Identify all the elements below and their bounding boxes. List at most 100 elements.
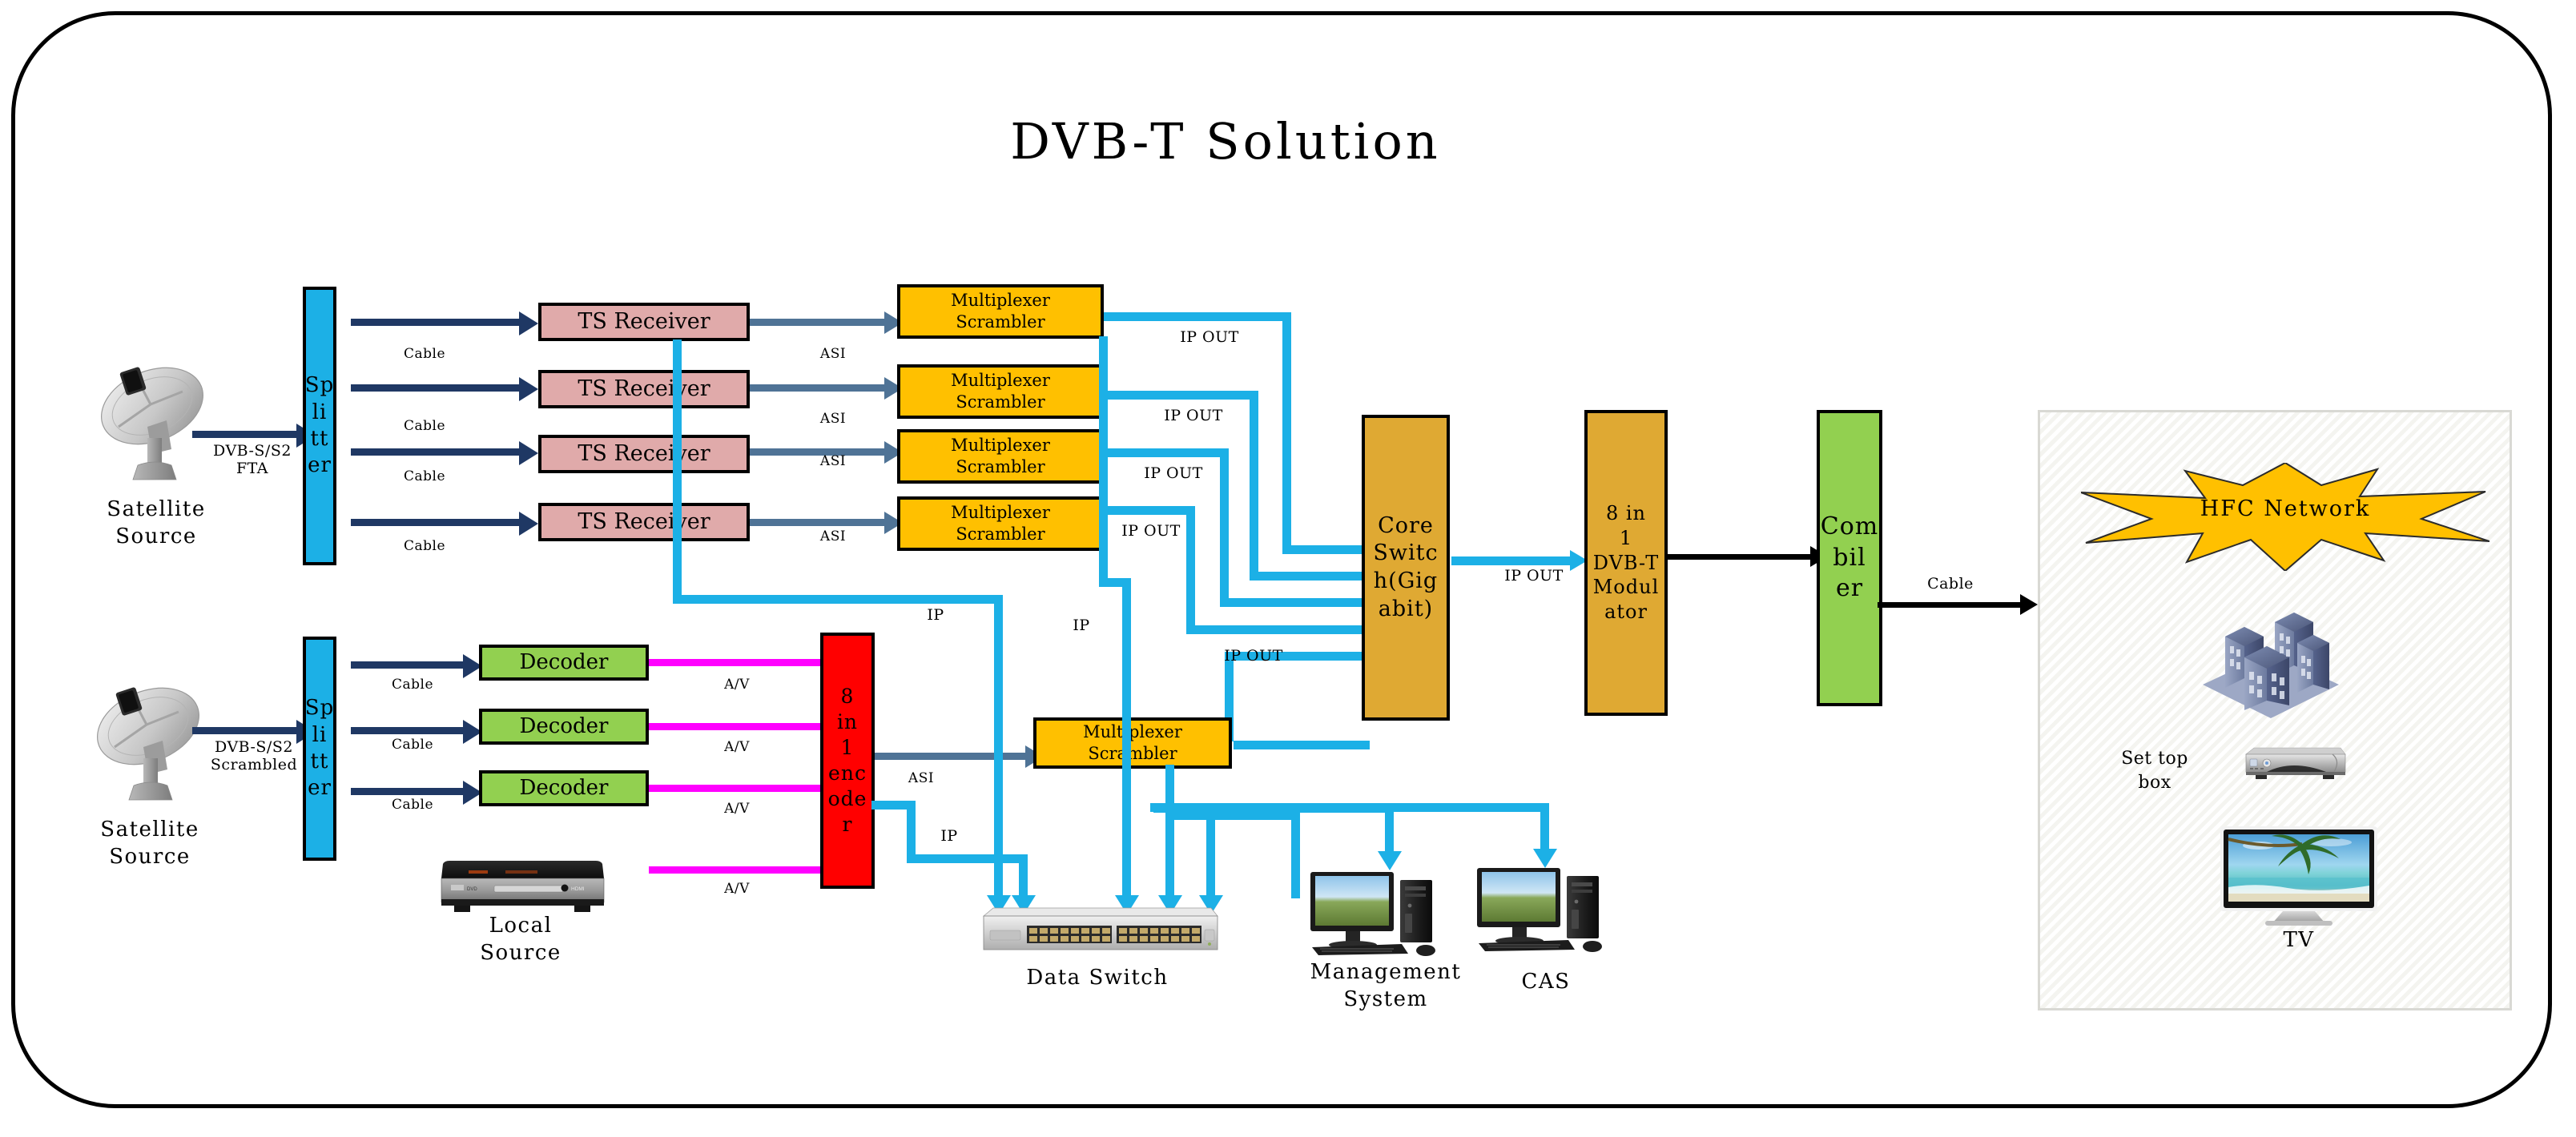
multiplexer-scrambler-5[interactable]: Multiplexer Scrambler <box>1033 717 1232 769</box>
link-label-cable-dec1: Cable <box>391 677 434 693</box>
svg-text:HDMI: HDMI <box>571 886 585 892</box>
link-label-av-4: A/V <box>724 881 750 897</box>
multiplexer-scrambler-3[interactable]: Multiplexer Scrambler <box>897 429 1104 484</box>
diagram-canvas: DVB-T Solution Satellite Source DVB-S/S2… <box>0 0 2576 1137</box>
link-modulator-combiner <box>1668 554 1812 560</box>
svg-text:DVD: DVD <box>467 887 477 892</box>
link-label-ip-out-5: IP OUT <box>1224 647 1283 665</box>
ts-receiver-3[interactable]: TS Receiver <box>538 435 750 473</box>
link-mux1-ipout-h <box>1104 312 1288 321</box>
link-satellite2-to-splitter <box>192 727 296 734</box>
link-mux2-ipout-v <box>1250 391 1258 572</box>
link-splitter-ts2 <box>351 384 519 392</box>
link-label-ip-out-coreswitch: IP OUT <box>1504 567 1564 585</box>
arrowhead-ts4 <box>519 512 538 536</box>
arrowhead-hfc <box>2020 594 2038 615</box>
decoder-2[interactable]: Decoder <box>479 709 649 745</box>
link-ts4-mux4 <box>750 519 884 526</box>
link-ipbus-v2 <box>1206 811 1215 898</box>
satellite-source-2-label: Satellite Source <box>100 818 199 869</box>
ip-trunk-ts-horizontal <box>673 595 1003 604</box>
multiplexer-scrambler-4[interactable]: Multiplexer Scrambler <box>897 496 1104 551</box>
multiplexer-scrambler-1[interactable]: Multiplexer Scrambler <box>897 284 1104 339</box>
link-label-cable-ts2: Cable <box>403 418 446 434</box>
link-ts2-mux2 <box>750 384 884 392</box>
link-mux1-ipout-v <box>1282 312 1291 550</box>
decoder-1[interactable]: Decoder <box>479 645 649 681</box>
link-label-cable-dec3: Cable <box>391 797 434 813</box>
link-label-av-1: A/V <box>724 677 750 693</box>
link-splitter-dec1 <box>351 661 463 669</box>
desktop-computer-icon <box>1310 872 1435 956</box>
ts-receiver-1[interactable]: TS Receiver <box>538 303 750 341</box>
link-splitter-ts1 <box>351 319 519 326</box>
dvd-player-icon: DVD HDMI <box>441 861 605 912</box>
link-splitter-dec3 <box>351 788 463 795</box>
link-mux2-ipout-h <box>1104 391 1254 400</box>
link-label-ip-mux-trunk: IP <box>1073 617 1090 634</box>
satellite-source-1-label: Satellite Source <box>107 497 206 548</box>
dvbt-modulator[interactable]: 8 in 1 DVB-T Modul ator <box>1584 410 1668 716</box>
link-label-ip-encoder: IP <box>940 827 958 845</box>
link-encoder-mux5 <box>875 753 1027 760</box>
link-combiner-hfc <box>1878 602 2022 608</box>
link-mux4-ipout-h <box>1104 506 1192 515</box>
link-cas-h <box>1150 803 1549 812</box>
link-dec3-encoder <box>649 785 843 792</box>
decoder-3[interactable]: Decoder <box>479 770 649 806</box>
data-switch-label: Data Switch <box>1026 966 1169 990</box>
link-label-cable-ts1: Cable <box>403 346 446 362</box>
ip-trunk-mux-drop <box>1122 578 1131 898</box>
link-splitter-ts4 <box>351 519 519 526</box>
cas-label: CAS <box>1521 970 1571 994</box>
ts-receiver-4[interactable]: TS Receiver <box>538 503 750 541</box>
link-encoder-ip-drop <box>1019 854 1028 898</box>
set-top-box-icon <box>2245 747 2346 779</box>
link-label-cable-ts4: Cable <box>403 538 446 554</box>
tv-label: TV <box>2283 928 2315 952</box>
splitter-bottom[interactable]: Sp li tt er <box>303 637 336 861</box>
link-label-asi-encoder: ASI <box>908 770 935 786</box>
link-mux5-down-v <box>1165 765 1174 898</box>
link-ts1-mux1 <box>750 319 884 326</box>
arrowhead-ts1 <box>519 311 538 335</box>
link-label-ip-out-4: IP OUT <box>1121 522 1181 540</box>
link-label-cable-dec2: Cable <box>391 737 434 753</box>
link-label-cable-ts3: Cable <box>403 468 446 484</box>
link-splitter-dec2 <box>351 727 463 734</box>
desktop-computer-icon <box>1477 868 1602 952</box>
arrowhead-ts3 <box>519 441 538 465</box>
set-top-box-label: Set top box <box>2121 749 2188 793</box>
arrowhead-ts2 <box>519 377 538 401</box>
link-label-asi-1: ASI <box>819 346 847 362</box>
local-source-label: Local Source <box>480 914 561 965</box>
ip-trunk-ts-vertical <box>673 339 682 604</box>
link-mux5-ipout-h <box>1234 741 1370 749</box>
encoder-8-in-1[interactable]: 8 in 1 enc ode r <box>820 633 875 889</box>
link-localsource-encoder <box>649 866 843 874</box>
link-mux1-ipout-h2 <box>1282 545 1362 554</box>
splitter-top[interactable]: Sp li tt er <box>303 287 336 565</box>
ip-trunk-mux-vertical <box>1099 336 1108 585</box>
link-mux3-ipout-h <box>1104 448 1226 457</box>
core-switch[interactable]: Core Switc h(Gig abit) <box>1362 415 1450 721</box>
link-label-asi-2: ASI <box>819 411 847 427</box>
ip-trunk-ts-drop-ext <box>994 721 1003 898</box>
link-dec1-encoder <box>649 659 843 666</box>
link-label-av-2: A/V <box>724 739 750 755</box>
hfc-network-label: HFC Network <box>2200 496 2371 521</box>
link-label-av-3: A/V <box>724 801 750 817</box>
link-splitter-ts3 <box>351 448 519 456</box>
combiner[interactable]: Com bil er <box>1817 410 1882 706</box>
rack-switch-icon <box>983 907 1218 950</box>
link-label-asi-3: ASI <box>819 453 847 469</box>
link-dec2-encoder <box>649 723 843 730</box>
link-mux3-ipout-h2 <box>1220 598 1364 607</box>
link-label-asi-4: ASI <box>819 528 847 544</box>
ip-trunk-ts-drop <box>994 595 1003 739</box>
management-system-label: Management System <box>1310 960 1462 1011</box>
multiplexer-scrambler-2[interactable]: Multiplexer Scrambler <box>897 364 1104 419</box>
link-cas-v <box>1540 803 1549 853</box>
ts-receiver-2[interactable]: TS Receiver <box>538 370 750 408</box>
link-label-ip-out-2: IP OUT <box>1164 407 1223 424</box>
